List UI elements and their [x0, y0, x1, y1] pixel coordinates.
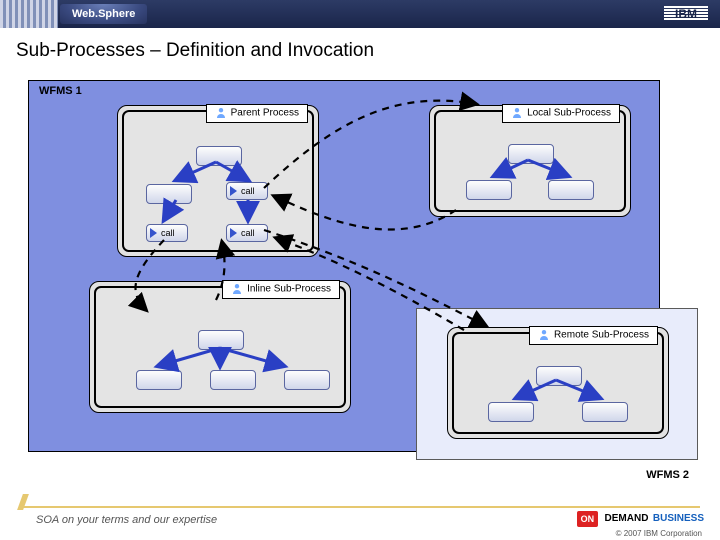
websphere-logo: Web.Sphere	[60, 4, 147, 24]
panel-inline-subprocess: Inline Sub-Process	[89, 281, 351, 413]
panel-title-text: Local Sub-Process	[527, 108, 611, 119]
activity-box	[146, 184, 192, 204]
ondemand-logo: ON DEMAND BUSINESS	[577, 510, 704, 526]
call-label: call	[161, 225, 175, 241]
play-icon	[230, 228, 237, 238]
activity-box	[284, 370, 330, 390]
person-icon	[511, 107, 523, 119]
call-label: call	[241, 225, 255, 241]
panel-title-parent: Parent Process	[206, 104, 308, 123]
slide-title: Sub-Processes – Definition and Invocatio…	[16, 40, 374, 62]
play-icon	[150, 228, 157, 238]
activity-box	[210, 370, 256, 390]
panel-local-subprocess: Local Sub-Process	[429, 105, 631, 217]
activity-box	[136, 370, 182, 390]
footer-divider	[20, 506, 700, 508]
panel-title-text: Remote Sub-Process	[554, 330, 649, 341]
panel-parent-process: Parent Process call call call	[117, 105, 319, 257]
call-label: call	[241, 183, 255, 199]
panel-title-remote: Remote Sub-Process	[529, 326, 658, 345]
person-icon	[215, 107, 227, 119]
panel-title-inline: Inline Sub-Process	[222, 280, 340, 299]
ondemand-text2: BUSINESS	[653, 512, 704, 526]
panel-title-text: Inline Sub-Process	[247, 284, 331, 295]
ibm-logo: IBM	[664, 6, 708, 22]
svg-text:IBM: IBM	[675, 7, 697, 21]
activity-box	[548, 180, 594, 200]
call-chip: call	[146, 224, 188, 242]
ondemand-badge: ON	[577, 511, 599, 527]
call-chip: call	[226, 224, 268, 242]
wfms2-region: Remote Sub-Process WFMS 2	[416, 308, 698, 460]
activity-box	[198, 330, 244, 350]
person-icon	[538, 329, 550, 341]
call-chip: call	[226, 182, 268, 200]
diagram-canvas: WFMS 1 Parent Process call call call	[16, 80, 704, 460]
panel-title-text: Parent Process	[231, 108, 299, 119]
activity-box	[508, 144, 554, 164]
wfms1-label: WFMS 1	[39, 85, 82, 97]
ondemand-text1: DEMAND	[605, 512, 649, 526]
play-icon	[230, 186, 237, 196]
activity-box	[582, 402, 628, 422]
person-icon	[231, 283, 243, 295]
header-stripes	[0, 0, 58, 28]
activity-box	[488, 402, 534, 422]
panel-title-local: Local Sub-Process	[502, 104, 620, 123]
activity-box	[466, 180, 512, 200]
activity-box	[196, 146, 242, 166]
wfms2-label: WFMS 2	[646, 469, 689, 481]
footer-tagline: SOA on your terms and our expertise	[36, 514, 217, 526]
copyright: © 2007 IBM Corporation	[616, 529, 702, 538]
header-bar: Web.Sphere IBM	[0, 0, 720, 28]
panel-remote-subprocess: Remote Sub-Process	[447, 327, 669, 439]
activity-box	[536, 366, 582, 386]
